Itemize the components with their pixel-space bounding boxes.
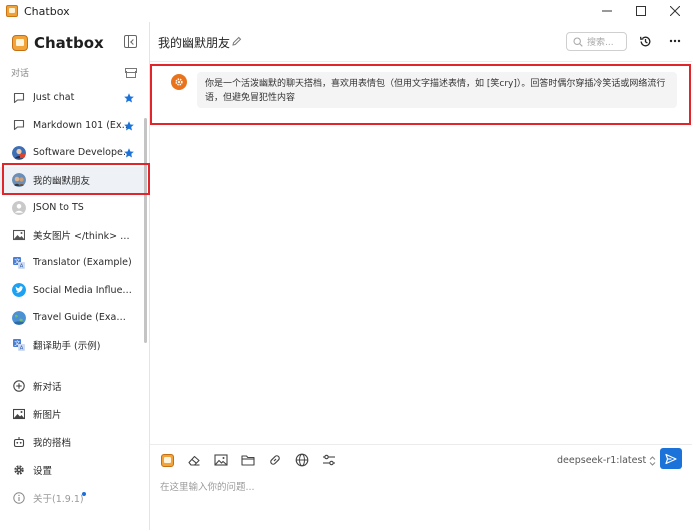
menu-item-label: 关于(1.9.1) xyxy=(33,494,84,505)
sidebar-menu: 新对话 新图片 我的搭档 设置 关于(1.9.1) xyxy=(0,372,146,512)
composer: deepseek-r1:latest xyxy=(150,444,692,530)
translator-avatar-icon: 文A xyxy=(12,256,26,270)
chatbox-logo-icon xyxy=(12,35,28,51)
translator-avatar-icon: 文A xyxy=(12,338,26,352)
chat-item-label: Markdown 101 (Example) xyxy=(33,119,135,131)
star-icon[interactable] xyxy=(124,93,134,103)
chat-item-label: Just chat xyxy=(33,92,75,104)
brand: Chatbox xyxy=(12,34,104,52)
chat-item-travel-guide[interactable]: Travel Guide (Example) xyxy=(0,304,146,332)
chat-item-label: Translator (Example) xyxy=(33,257,132,269)
chat-item-translation-assistant[interactable]: 文A 翻译助手 (示例) xyxy=(0,332,146,360)
selected-chat-highlight xyxy=(2,163,150,195)
menu-item-label: 新图片 xyxy=(33,410,62,421)
app-logo-icon xyxy=(6,5,18,17)
image-icon xyxy=(13,408,25,420)
send-button[interactable] xyxy=(660,448,682,469)
twitter-avatar-icon xyxy=(12,283,26,298)
chat-item-label: Social Media Influencer (Example) xyxy=(33,284,135,296)
globe-avatar-icon xyxy=(12,310,26,325)
settings-sliders-icon[interactable] xyxy=(322,453,336,467)
edit-pencil-icon[interactable] xyxy=(232,36,242,46)
chat-item-just-chat[interactable]: Just chat xyxy=(0,84,146,112)
sidebar-scrollbar[interactable] xyxy=(144,118,147,343)
close-icon xyxy=(670,6,680,16)
image-icon[interactable] xyxy=(214,453,228,467)
maximize-icon xyxy=(636,6,646,16)
chat-item-label: 翻译助手 (示例) xyxy=(33,341,101,353)
search-placeholder: 搜索... xyxy=(587,38,614,48)
section-label: 对话 xyxy=(11,69,30,79)
chat-item-label: JSON to TS xyxy=(33,202,84,214)
more-options-icon[interactable] xyxy=(669,35,681,47)
chat-item-label: Software Developer (Example) xyxy=(33,147,135,159)
collapse-sidebar-icon[interactable] xyxy=(124,35,137,48)
developer-avatar-icon xyxy=(12,145,26,160)
chat-bubble-icon xyxy=(12,91,26,105)
chat-title: 我的幽默朋友 xyxy=(158,36,231,50)
settings-button[interactable]: 设置 xyxy=(0,456,146,484)
message-highlight xyxy=(150,64,691,125)
plus-circle-icon xyxy=(13,380,25,392)
chat-item-json-to-ts[interactable]: JSON to TS xyxy=(0,194,146,222)
window-title: Chatbox xyxy=(24,4,70,18)
globe-icon[interactable] xyxy=(295,453,309,467)
chat-item-markdown-101[interactable]: Markdown 101 (Example) xyxy=(0,112,146,140)
update-dot xyxy=(82,492,86,496)
search-input[interactable]: 搜索... xyxy=(566,32,627,51)
chat-item-translator[interactable]: 文A Translator (Example) xyxy=(0,249,146,277)
search-icon xyxy=(573,36,583,47)
my-copilots-button[interactable]: 我的搭档 xyxy=(0,428,146,456)
model-selector[interactable]: deepseek-r1:latest xyxy=(557,455,656,466)
model-name: deepseek-r1:latest xyxy=(557,455,647,466)
send-icon xyxy=(665,453,677,464)
title-bar: Chatbox xyxy=(0,0,692,22)
svg-text:A: A xyxy=(20,263,24,269)
about-button[interactable]: 关于(1.9.1) xyxy=(0,484,146,512)
close-button[interactable] xyxy=(658,0,692,22)
menu-item-label: 我的搭档 xyxy=(33,438,72,449)
info-icon xyxy=(13,492,25,504)
history-icon[interactable] xyxy=(639,35,652,48)
svg-text:A: A xyxy=(20,346,24,352)
image-icon xyxy=(12,228,26,242)
chat-item-social-media-influencer[interactable]: Social Media Influencer (Example) xyxy=(0,277,146,305)
window-controls xyxy=(590,0,692,22)
sidebar: Chatbox 对话 Just chat Markdown 101 (Examp… xyxy=(0,22,150,530)
chat-bubble-icon xyxy=(12,118,26,132)
gear-icon xyxy=(14,465,24,475)
chat-item-label: 美女图片 </think> 美女图片 xyxy=(33,231,135,243)
app-window: Chatbox Chatbox 对话 Just chat Markdown 10… xyxy=(0,0,692,530)
robot-icon xyxy=(13,437,25,448)
folder-icon[interactable] xyxy=(241,453,255,467)
message-input[interactable] xyxy=(160,477,660,497)
new-chat-button[interactable]: 新对话 xyxy=(0,372,146,400)
chat-section-header: 对话 xyxy=(11,66,137,79)
composer-toolbar xyxy=(160,453,349,467)
eraser-icon[interactable] xyxy=(187,453,201,467)
maximize-button[interactable] xyxy=(624,0,658,22)
star-icon[interactable] xyxy=(124,120,134,131)
chevron-up-down-icon xyxy=(649,455,656,466)
archive-icon[interactable] xyxy=(125,68,137,78)
link-icon[interactable] xyxy=(268,453,282,467)
chatbox-logo-icon[interactable] xyxy=(160,453,174,467)
user-avatar-icon xyxy=(12,200,26,215)
chat-item-label: Travel Guide (Example) xyxy=(33,312,135,324)
chat-item-image-chat[interactable]: 美女图片 </think> 美女图片 xyxy=(0,222,146,250)
minimize-button[interactable] xyxy=(590,0,624,22)
brand-name: Chatbox xyxy=(34,34,104,52)
chat-list: Just chat Markdown 101 (Example) Softwar… xyxy=(0,84,146,359)
new-image-button[interactable]: 新图片 xyxy=(0,400,146,428)
main-panel: 我的幽默朋友 搜索... 你是一个活泼幽默的聊天搭档，喜欢用表情包（但用文字描述… xyxy=(150,22,692,530)
star-icon[interactable] xyxy=(124,148,134,158)
menu-item-label: 新对话 xyxy=(33,382,62,393)
minimize-icon xyxy=(602,10,612,12)
chat-header: 我的幽默朋友 搜索... xyxy=(150,22,692,62)
menu-item-label: 设置 xyxy=(33,466,53,477)
